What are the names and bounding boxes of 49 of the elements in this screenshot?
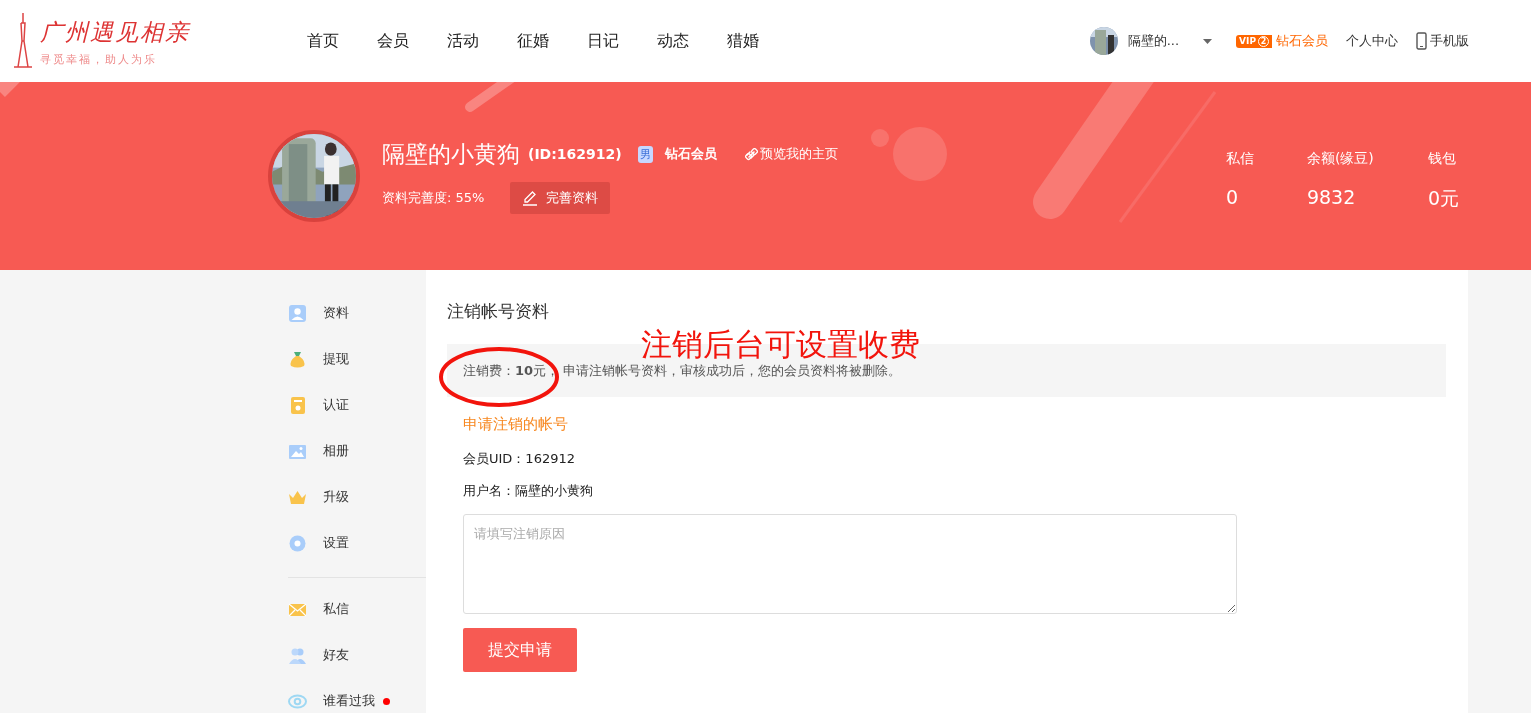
profile-name: 隔壁的小黄狗 — [382, 139, 520, 169]
stat-value: 9832 — [1306, 186, 1357, 208]
edit-profile-button[interactable]: 完善资料 — [510, 181, 611, 214]
stat-label: 余额(缘豆) — [1306, 150, 1375, 168]
reason-field[interactable]: 请填写注销原因 — [463, 514, 1237, 614]
link-icon — [744, 147, 758, 161]
membership-label: 钻石会员 — [1276, 32, 1328, 50]
nav-link[interactable]: 会员 — [377, 30, 409, 52]
pencil-icon — [522, 189, 539, 206]
nav-link[interactable]: 征婚 — [517, 30, 549, 52]
caret-icon[interactable] — [1203, 38, 1213, 44]
user-id: (ID:162912) — [528, 146, 622, 162]
nav-link[interactable]: 首页 — [307, 30, 339, 52]
sidebar-item[interactable]: 谁看过我 — [288, 678, 426, 713]
gear-icon — [288, 533, 307, 553]
top-link[interactable]: 个人中心 — [1346, 32, 1398, 50]
user-name[interactable]: 隔壁的... — [1127, 32, 1180, 50]
sidebar-item[interactable]: 私信 — [288, 586, 426, 632]
page-title: 注销帐号资料 — [447, 300, 550, 323]
sidebar-item[interactable]: 相册 — [288, 428, 426, 474]
sidebar-item[interactable]: 设置 — [288, 520, 426, 566]
certificate-icon — [288, 395, 307, 415]
user-icon — [288, 303, 307, 323]
stat-label: 钱包 — [1427, 150, 1457, 168]
sidebar-item[interactable]: 升级 — [288, 474, 426, 520]
completeness-text: 资料完善度: 55% — [382, 188, 485, 207]
stat-value: 0元 — [1427, 186, 1459, 211]
field-text: 用户名：隔壁的小黄狗 — [463, 482, 594, 500]
sidebar-item[interactable]: 资料 — [288, 290, 426, 336]
sidebar-item[interactable]: 认证 — [288, 382, 426, 428]
sidebar-item[interactable]: 好友 — [288, 632, 426, 678]
phone-icon — [1416, 32, 1427, 50]
annotation-text: 注销后台可设置收费 — [641, 325, 920, 364]
sidebar-item[interactable]: 提现 — [288, 336, 426, 382]
mobile-label[interactable]: 手机版 — [1430, 32, 1469, 50]
field-text: 会员UID：162912 — [463, 450, 576, 468]
nav-link[interactable]: 活动 — [447, 30, 479, 52]
nav-link[interactable]: 猎婚 — [727, 30, 759, 52]
logo-title: 广州遇见相亲 — [40, 18, 190, 47]
section-title: 申请注销的帐号 — [463, 415, 569, 434]
nav-link[interactable]: 动态 — [657, 30, 689, 52]
membership-label: 钻石会员 — [664, 145, 717, 163]
money-bag-icon — [288, 349, 307, 369]
nav-link[interactable]: 日记 — [587, 30, 619, 52]
tower-icon — [12, 13, 34, 69]
logo-slogan: 寻觅幸福，助人为乐 — [40, 52, 158, 67]
vip-badge: VIP 2 — [1236, 34, 1272, 48]
stat-label: 私信 — [1225, 150, 1255, 168]
stat-value: 0 — [1225, 186, 1239, 208]
